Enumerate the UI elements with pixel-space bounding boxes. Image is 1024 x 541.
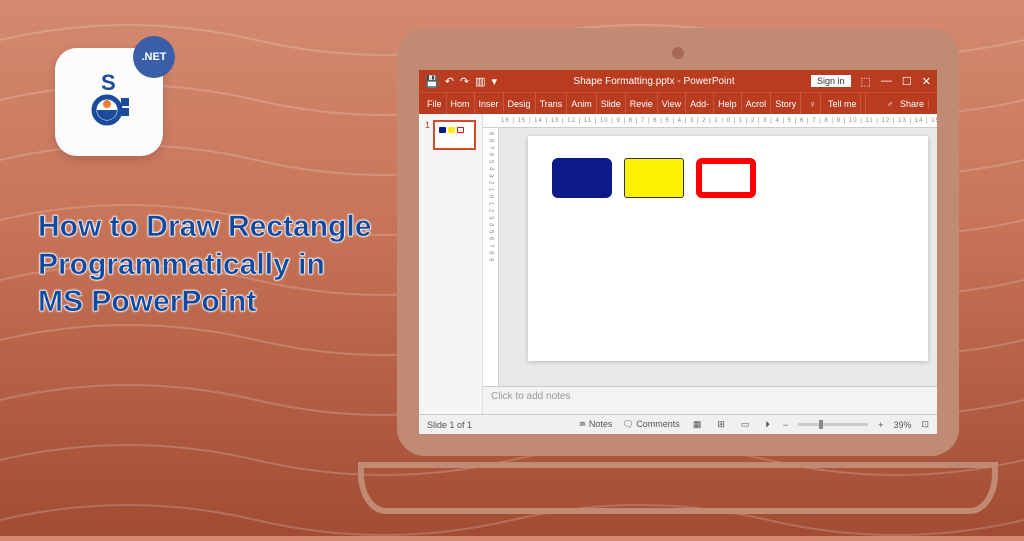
slides-logo-icon: S <box>77 68 141 137</box>
zoom-out-button[interactable]: − <box>783 420 788 430</box>
tab-help[interactable]: Help <box>714 93 742 115</box>
redo-icon[interactable]: ↷ <box>460 75 469 88</box>
camera-icon <box>672 47 684 59</box>
undo-icon[interactable]: ↶ <box>445 75 454 88</box>
slide-thumbnail-1[interactable] <box>433 120 476 150</box>
save-icon[interactable]: 💾 <box>425 75 439 88</box>
lightbulb-icon: ♀ <box>805 93 821 115</box>
ribbon-tabs: File Hom Inser Desig Trans Anim Slide Re… <box>419 92 937 114</box>
tab-storyboard[interactable]: Story <box>771 93 801 115</box>
product-logo: .NET S <box>55 48 163 156</box>
close-button[interactable]: ✕ <box>922 75 931 88</box>
slide-canvas[interactable] <box>528 136 928 361</box>
slideshow-view-icon[interactable]: ⏵ <box>762 419 773 430</box>
horizontal-ruler: 16 | 15 | 14 | 13 | 12 | 11 | 10 | 9 | 8… <box>483 114 937 128</box>
tab-design[interactable]: Desig <box>504 93 536 115</box>
slide-editor: 16 | 15 | 14 | 13 | 12 | 11 | 10 | 9 | 8… <box>483 114 937 414</box>
signin-button[interactable]: Sign in <box>811 75 851 87</box>
minimize-button[interactable]: — <box>881 75 892 87</box>
yellow-rectangle-shape[interactable] <box>624 158 684 198</box>
ribbon-options-icon[interactable]: ⬚ <box>861 75 871 88</box>
slide-thumbnails-panel: 1 <box>419 114 483 414</box>
notes-pane[interactable]: Click to add notes <box>483 386 937 414</box>
article-title: How to Draw Rectangle Programmatically i… <box>38 208 398 321</box>
tab-addins[interactable]: Add- <box>686 93 714 115</box>
vertical-ruler: 9 8 7 6 5 4 3 2 1 0 1 2 3 4 5 6 7 8 9 <box>483 128 499 386</box>
comments-button[interactable]: 🗨 Comments <box>622 419 679 430</box>
tab-home[interactable]: Hom <box>447 93 475 115</box>
tab-acrobat[interactable]: Acrol <box>742 93 772 115</box>
title-bar: 💾 ↶ ↷ ▥ ▾ Shape Formatting.pptx - PowerP… <box>419 70 937 92</box>
document-title: Shape Formatting.pptx - PowerPoint <box>497 76 811 87</box>
start-slideshow-icon[interactable]: ▥ <box>475 75 485 88</box>
share-button[interactable]: ♂ Share <box>883 93 933 115</box>
tab-slideshow[interactable]: Slide <box>597 93 626 115</box>
fit-window-icon[interactable]: ⊡ <box>921 419 929 430</box>
red-outline-rectangle-shape[interactable] <box>696 158 756 198</box>
status-bar: Slide 1 of 1 ≐ Notes 🗨 Comments ▦ ⊞ ▭ ⏵ … <box>419 414 937 434</box>
svg-text:S: S <box>101 70 116 95</box>
reading-view-icon[interactable]: ▭ <box>738 419 753 430</box>
tell-me-search[interactable]: ♀Tell me <box>801 93 866 115</box>
thumbnail-number: 1 <box>425 120 430 130</box>
tab-transitions[interactable]: Trans <box>536 93 568 115</box>
tab-view[interactable]: View <box>658 93 686 115</box>
zoom-slider[interactable] <box>798 423 868 426</box>
zoom-level[interactable]: 39% <box>893 420 911 430</box>
blue-rectangle-shape[interactable] <box>552 158 612 198</box>
zoom-in-button[interactable]: + <box>878 420 883 430</box>
laptop-illustration: 💾 ↶ ↷ ▥ ▾ Shape Formatting.pptx - PowerP… <box>358 28 998 520</box>
maximize-button[interactable]: ☐ <box>902 75 912 88</box>
laptop-base <box>358 462 998 514</box>
tab-file[interactable]: File <box>423 93 447 115</box>
tab-review[interactable]: Revie <box>626 93 658 115</box>
normal-view-icon[interactable]: ▦ <box>690 419 705 430</box>
slide-counter: Slide 1 of 1 <box>427 420 472 430</box>
sorter-view-icon[interactable]: ⊞ <box>714 419 728 430</box>
notes-toggle-button[interactable]: ≐ Notes <box>579 419 613 430</box>
tab-insert[interactable]: Inser <box>475 93 504 115</box>
tab-animations[interactable]: Anim <box>567 93 597 115</box>
powerpoint-window: 💾 ↶ ↷ ▥ ▾ Shape Formatting.pptx - PowerP… <box>419 70 937 434</box>
